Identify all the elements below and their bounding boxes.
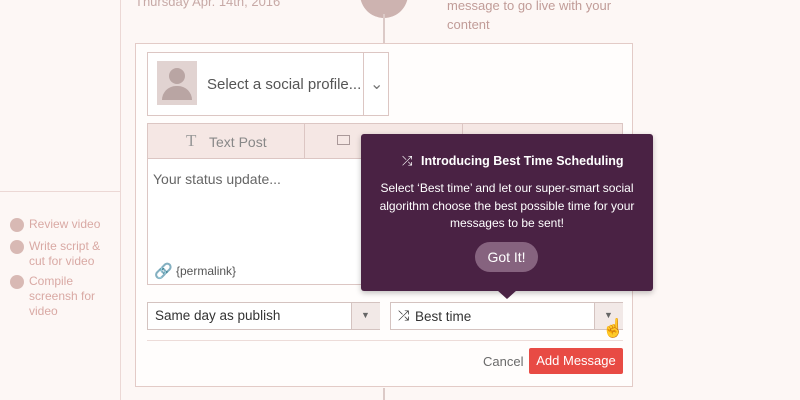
permalink-token[interactable]: {permalink} <box>176 264 236 278</box>
text-icon: T <box>186 131 197 150</box>
task-label: Write script & cut for video <box>29 239 101 268</box>
timeline-description: message to go live with your content <box>447 0 612 32</box>
task-item[interactable]: Compile screensh for video <box>10 274 120 319</box>
tooltip-title: Introducing Best Time Scheduling <box>421 154 624 168</box>
cancel-button[interactable]: Cancel <box>483 354 523 369</box>
shuffle-icon: ⤮ <box>402 153 413 168</box>
add-message-button[interactable]: Add Message <box>529 348 623 374</box>
publish-day-value: Same day as publish <box>155 308 281 323</box>
triangle-down-icon: ▼ <box>361 310 370 320</box>
timeline-line <box>383 14 385 44</box>
actions-divider <box>147 340 623 341</box>
timeline-date: Thursday Apr. 14th, 2016 <box>135 0 281 9</box>
chevron-down-icon: ⌄ <box>370 76 384 93</box>
avatar <box>10 218 24 232</box>
tab-text-post-label: Text Post <box>209 134 267 150</box>
send-time-value: Best time <box>415 309 472 324</box>
pointer-cursor-icon: ☝ <box>602 318 625 338</box>
profile-avatar-icon <box>157 61 197 105</box>
timeline-line-bottom <box>383 388 385 400</box>
task-item[interactable]: Write script & cut for video <box>10 239 118 269</box>
status-placeholder: Your status update... <box>153 171 281 187</box>
social-profile-placeholder: Select a social profile... <box>207 76 362 93</box>
tooltip-caret <box>497 290 517 299</box>
shuffle-icon: ⤮ <box>398 307 410 323</box>
task-item[interactable]: Review video <box>10 217 100 232</box>
task-label: Compile screensh for video <box>29 274 96 318</box>
task-label: Review video <box>29 217 101 231</box>
image-icon <box>337 135 350 145</box>
got-it-button[interactable]: Got It! <box>475 242 538 272</box>
avatar <box>10 240 24 254</box>
avatar <box>10 275 24 289</box>
sidebar-divider <box>0 191 121 192</box>
link-icon[interactable]: 🔗 <box>154 262 173 280</box>
tooltip-body: Select ‘Best time’ and let our super-sma… <box>379 181 635 230</box>
sidebar-border <box>120 0 121 400</box>
